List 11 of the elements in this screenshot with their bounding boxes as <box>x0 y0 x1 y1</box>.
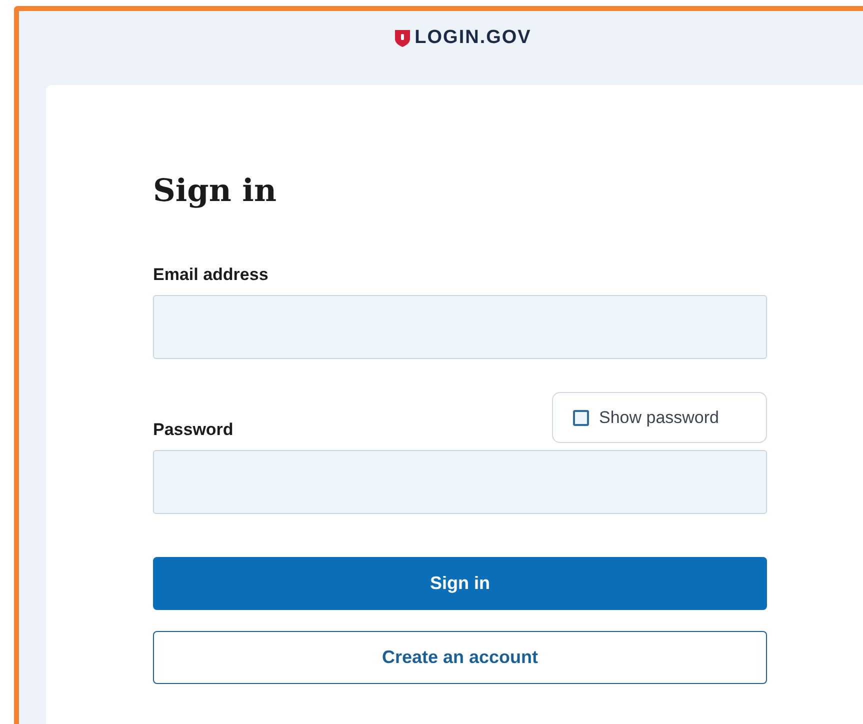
field-label: Password <box>153 420 234 440</box>
sign-in-button[interactable]: Sign in <box>153 557 767 610</box>
show-password-toggle[interactable]: Show password <box>552 392 767 443</box>
shield-icon <box>394 29 410 47</box>
checkbox[interactable] <box>573 410 589 426</box>
field-label: Email address <box>153 265 268 285</box>
logo-text: LOGIN.GOV <box>414 27 532 49</box>
page-title: Sign in <box>153 173 278 209</box>
create-account-button[interactable]: Create an account <box>153 631 767 684</box>
email-field[interactable] <box>153 295 767 359</box>
password-field[interactable] <box>153 450 767 514</box>
